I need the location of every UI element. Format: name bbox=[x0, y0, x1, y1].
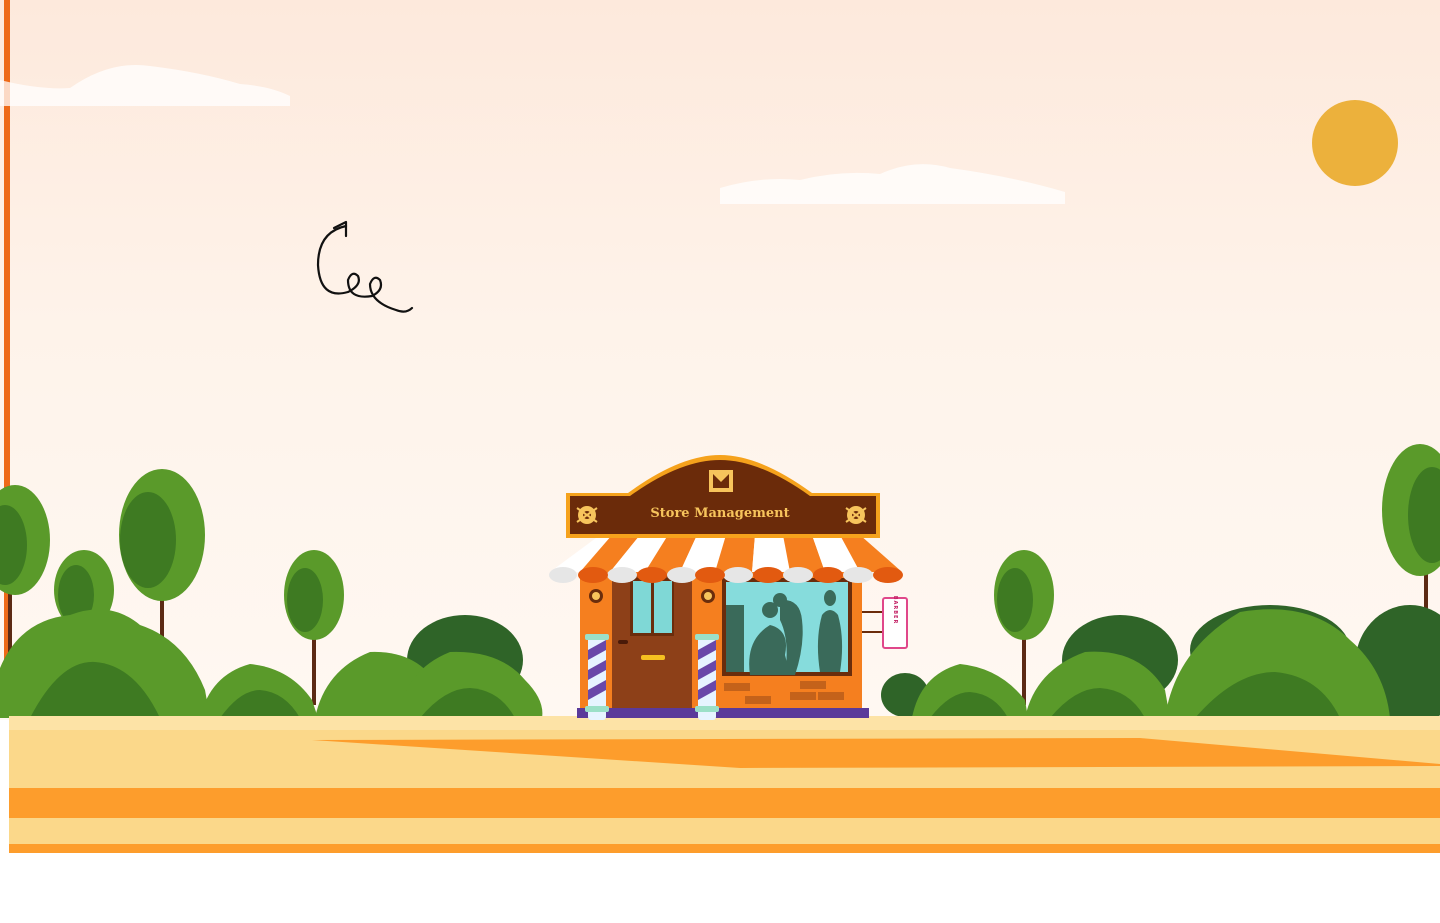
bush-front-5 bbox=[881, 664, 1028, 718]
bush-front-2 bbox=[200, 664, 318, 718]
tree-right-2 bbox=[1382, 444, 1440, 615]
bush-front-1 bbox=[0, 609, 210, 718]
tree-left-3 bbox=[119, 469, 205, 645]
store-sign: Store Management bbox=[566, 455, 880, 538]
bush-front-7 bbox=[1165, 609, 1390, 718]
scene-illustration: Store Management BARBER bbox=[0, 64, 1440, 853]
swirl-arrow-icon bbox=[316, 224, 414, 313]
barber-pole-left-icon bbox=[585, 634, 609, 720]
store-awning bbox=[549, 535, 903, 583]
barber-side-sign: BARBER bbox=[862, 596, 908, 649]
store-sign-text: Store Management bbox=[650, 506, 789, 521]
barber-pole-right-icon bbox=[695, 634, 719, 720]
barber-side-sign-text: BARBER bbox=[892, 596, 898, 625]
cloud-left bbox=[0, 64, 290, 106]
cloud-right bbox=[720, 164, 1065, 204]
store-building bbox=[577, 570, 869, 718]
scene: Store Management BARBER bbox=[0, 0, 1440, 923]
sun-icon bbox=[1312, 100, 1398, 186]
ground bbox=[9, 716, 1440, 853]
